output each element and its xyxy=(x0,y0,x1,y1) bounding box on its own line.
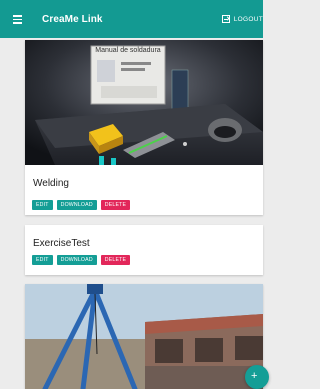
add-button[interactable]: + xyxy=(245,365,269,389)
delete-button[interactable]: DELETE xyxy=(100,200,131,210)
edit-button[interactable]: EDIT xyxy=(32,255,53,265)
card-actions: EDIT DOWNLOAD DELETE xyxy=(32,255,131,265)
logout-label: LOGOUT xyxy=(233,15,263,23)
delete-button[interactable]: DELETE xyxy=(100,255,131,265)
logout-icon xyxy=(221,15,230,23)
logout-button[interactable]: LOGOUT xyxy=(221,12,263,26)
exercise-card-exercisetest: ExerciseTest EDIT DOWNLOAD DELETE xyxy=(25,225,263,275)
exercise-card-industrial xyxy=(25,284,263,389)
app-bar: CreaMe Link LOGOUT xyxy=(0,0,263,38)
card-title: ExerciseTest xyxy=(33,238,90,249)
card-title: Welding xyxy=(33,178,69,189)
hamburger-icon[interactable] xyxy=(13,13,31,25)
download-button[interactable]: DOWNLOAD xyxy=(56,255,97,265)
download-button[interactable]: DOWNLOAD xyxy=(56,200,97,210)
welding-thumbnail[interactable]: Manual de soldadura xyxy=(25,40,263,165)
industrial-thumbnail[interactable] xyxy=(25,284,263,389)
board-title: Manual de soldadura xyxy=(95,47,160,54)
edit-button[interactable]: EDIT xyxy=(32,200,53,210)
exercise-card-welding: Manual de soldadura Welding EDIT DOWNLOA… xyxy=(25,40,263,215)
card-actions: EDIT DOWNLOAD DELETE xyxy=(32,200,131,210)
app-title: CreaMe Link xyxy=(42,13,103,25)
